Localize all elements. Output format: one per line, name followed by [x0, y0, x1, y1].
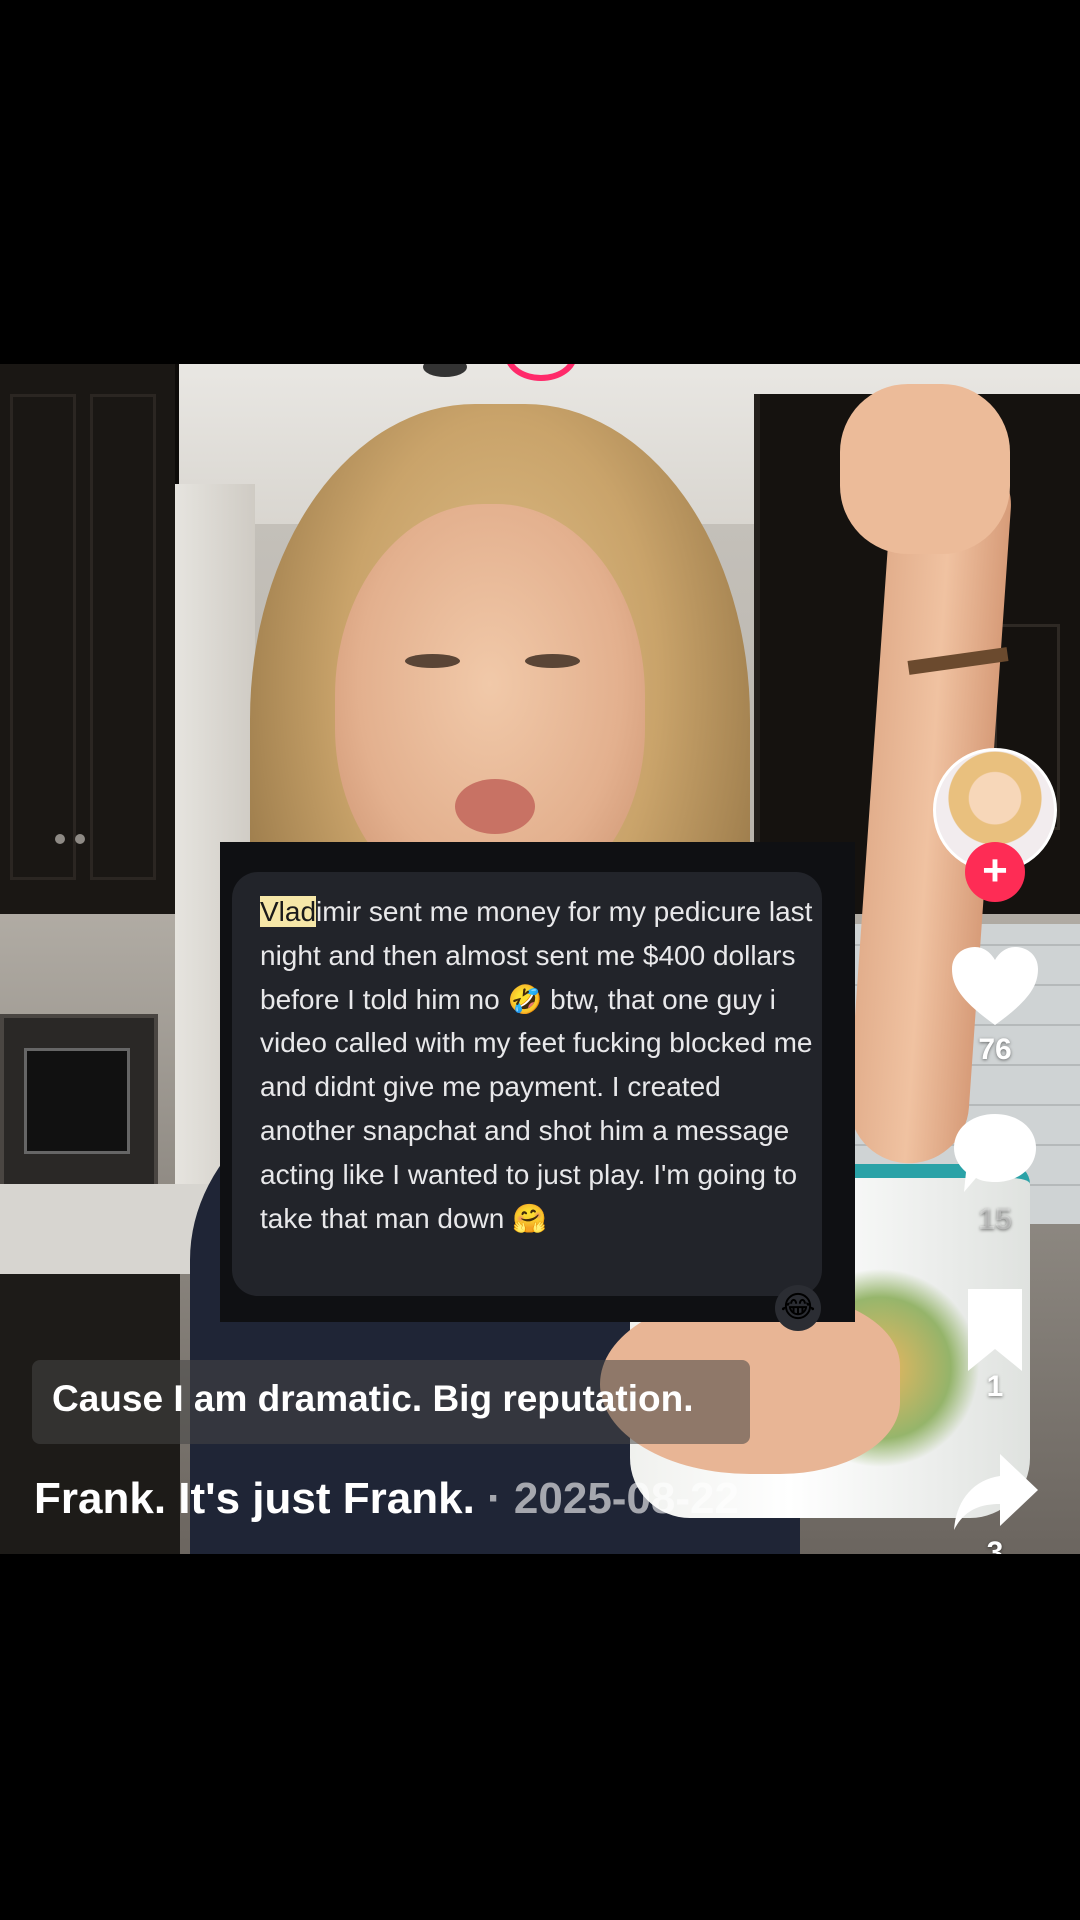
message-text: Vladimir sent me money for my pedicure l… [260, 890, 815, 1240]
share-count: 3 [986, 1536, 1004, 1554]
post-date: · 2025-08-22 [487, 1474, 739, 1523]
toaster-oven [0, 1014, 158, 1192]
laugh-reaction-icon: 😂 [775, 1285, 821, 1331]
heart-icon[interactable] [950, 945, 1040, 1035]
share-icon[interactable] [950, 1448, 1040, 1538]
like-count: 76 [978, 1033, 1012, 1066]
author-line: Frank. It's just Frank. · 2025-08-22 [34, 1474, 739, 1524]
comment-count: 15 [978, 1203, 1012, 1236]
comment-icon[interactable] [950, 1110, 1040, 1200]
message-body: imir sent me money for my pedicure last … [260, 896, 813, 1234]
counter [0, 1184, 210, 1274]
author-name[interactable]: Frank. It's just Frank. [34, 1474, 475, 1523]
save-count: 1 [986, 1370, 1004, 1403]
video-caption: Cause I am dramatic. Big reputation. [52, 1378, 694, 1419]
partial-top-icons [415, 364, 577, 389]
raised-fist [840, 384, 1010, 554]
bookmark-icon[interactable] [950, 1285, 1040, 1375]
follow-button[interactable]: + [965, 842, 1025, 902]
highlighted-name: Vlad [260, 896, 317, 927]
left-cabinet [0, 364, 179, 914]
